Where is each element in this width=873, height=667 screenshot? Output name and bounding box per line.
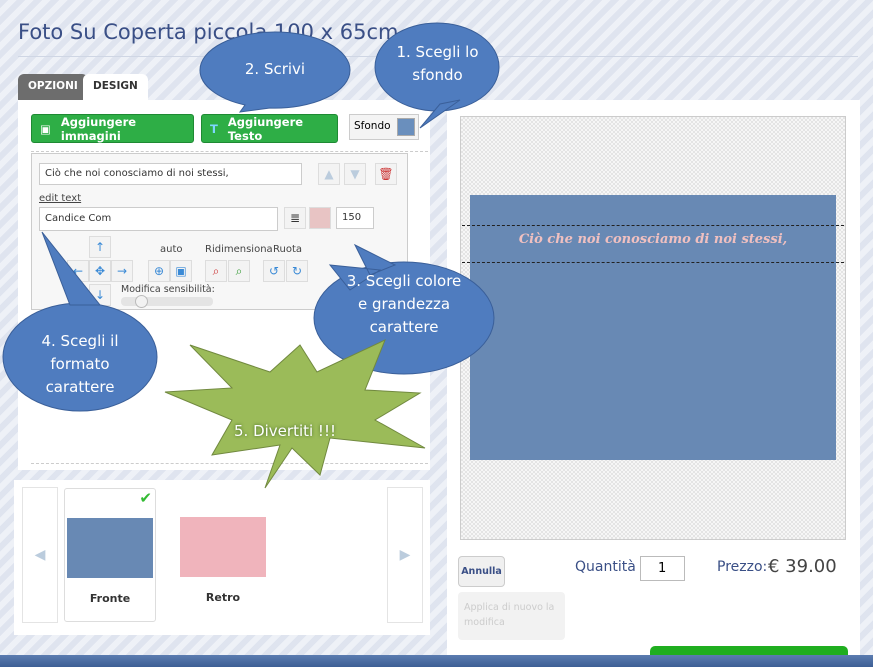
callout-4: 4. Scegli il formato carattere [41,332,119,396]
callout-3: 3. Scegli colore e grandezza carattere [346,272,462,336]
callout-5: 5. Divertiti !!! [234,422,336,440]
callout-2: 2. Scrivi [244,60,306,78]
callout-4-tail [41,231,102,306]
callout-1: 1. Scegli lo sfondo [396,43,479,84]
